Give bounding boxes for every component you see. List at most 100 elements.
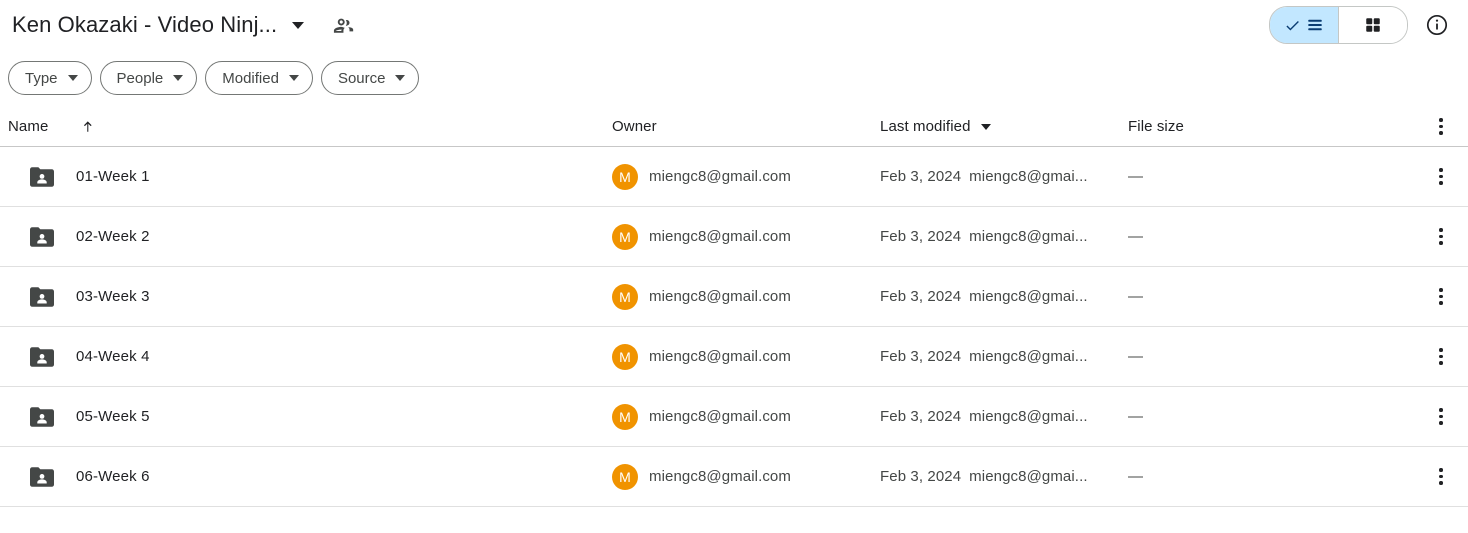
more-vert-icon[interactable] [1424,460,1458,494]
cell-actions [1408,280,1468,314]
owner-email-label: miengc8@gmail.com [649,288,791,305]
list-view-button[interactable] [1270,7,1338,43]
chevron-down-icon [288,75,299,81]
details-info-button[interactable] [1420,8,1454,42]
cell-size: — [1128,168,1408,185]
modified-date-label: Feb 3, 2024 [880,348,962,365]
cell-owner: M miengc8@gmail.com [612,163,880,190]
filter-chip-label: People [116,69,164,87]
shared-folder-icon [30,226,54,248]
top-bar: Ken Okazaki - Video Ninj... [0,0,1468,50]
modified-by-label: miengc8@gmai... [969,348,1088,365]
filter-chips: Type People Modified Source [0,50,1468,107]
list-icon [1308,19,1322,31]
cell-owner: M miengc8@gmail.com [612,283,880,310]
cell-modified: Feb 3, 2024 miengc8@gmai... [880,348,1128,365]
modified-date-label: Feb 3, 2024 [880,468,962,485]
cell-size: — [1128,288,1408,305]
avatar: M [612,163,638,190]
chevron-down-icon [980,123,991,130]
filter-chip-label: Type [25,69,58,87]
file-name-label: 04-Week 4 [76,348,150,365]
modified-date-label: Feb 3, 2024 [880,288,962,305]
owner-email-label: miengc8@gmail.com [649,228,791,245]
column-header-owner[interactable]: Owner [612,118,880,135]
filter-chip-modified[interactable]: Modified [205,61,313,95]
owner-email-label: miengc8@gmail.com [649,348,791,365]
title-block: Ken Okazaki - Video Ninj... [8,9,313,41]
table-row[interactable]: 01-Week 1 M miengc8@gmail.com Feb 3, 202… [0,147,1468,207]
modified-by-label: miengc8@gmai... [969,408,1088,425]
more-vert-icon[interactable] [1424,110,1458,144]
owner-email-label: miengc8@gmail.com [649,408,791,425]
file-size-label: — [1128,228,1144,245]
chevron-down-icon [292,21,305,29]
title-dropdown-button[interactable] [283,10,313,40]
cell-size: — [1128,408,1408,425]
table-row[interactable]: 03-Week 3 M miengc8@gmail.com Feb 3, 202… [0,267,1468,327]
column-header-modified-label: Last modified [880,118,971,135]
avatar: M [612,343,638,370]
cell-modified: Feb 3, 2024 miengc8@gmai... [880,468,1128,485]
cell-actions [1408,340,1468,374]
check-icon [1286,20,1299,30]
chevron-down-icon [395,75,406,81]
cell-size: — [1128,468,1408,485]
shared-folder-icon [30,406,54,428]
owner-email-label: miengc8@gmail.com [649,468,791,485]
cell-modified: Feb 3, 2024 miengc8@gmai... [880,228,1128,245]
modified-by-label: miengc8@gmai... [969,228,1088,245]
filter-chip-label: Modified [222,69,279,87]
cell-actions [1408,400,1468,434]
cell-name: 01-Week 1 [8,166,612,188]
file-name-label: 06-Week 6 [76,468,150,485]
file-list-table: Name Owner Last modified File size 01-We… [0,107,1468,507]
column-header-name-label: Name [8,118,49,135]
shared-people-button[interactable] [327,8,361,42]
grid-view-button[interactable] [1338,7,1407,43]
file-size-label: — [1128,168,1144,185]
cell-name: 06-Week 6 [8,466,612,488]
file-name-label: 01-Week 1 [76,168,150,185]
avatar: M [612,403,638,430]
table-row[interactable]: 06-Week 6 M miengc8@gmail.com Feb 3, 202… [0,447,1468,507]
modified-by-label: miengc8@gmai... [969,288,1088,305]
filter-chip-source[interactable]: Source [320,61,420,95]
info-circle-icon [1426,14,1448,36]
view-toggle[interactable] [1269,6,1408,44]
avatar: M [612,223,638,250]
table-body: 01-Week 1 M miengc8@gmail.com Feb 3, 202… [0,147,1468,507]
cell-name: 03-Week 3 [8,286,612,308]
more-vert-icon[interactable] [1424,160,1458,194]
cell-owner: M miengc8@gmail.com [612,343,880,370]
column-header-modified[interactable]: Last modified [880,118,1128,135]
file-name-label: 02-Week 2 [76,228,150,245]
file-name-label: 03-Week 3 [76,288,150,305]
cell-owner: M miengc8@gmail.com [612,403,880,430]
table-row[interactable]: 05-Week 5 M miengc8@gmail.com Feb 3, 202… [0,387,1468,447]
modified-date-label: Feb 3, 2024 [880,408,962,425]
more-vert-icon[interactable] [1424,400,1458,434]
avatar: M [612,283,638,310]
shared-folder-icon [30,346,54,368]
filter-chip-type[interactable]: Type [8,61,92,95]
table-header-row: Name Owner Last modified File size [0,107,1468,147]
shared-folder-icon [30,286,54,308]
people-icon [334,18,354,33]
table-row[interactable]: 04-Week 4 M miengc8@gmail.com Feb 3, 202… [0,327,1468,387]
more-vert-icon[interactable] [1424,220,1458,254]
cell-modified: Feb 3, 2024 miengc8@gmai... [880,168,1128,185]
cell-owner: M miengc8@gmail.com [612,463,880,490]
column-header-size[interactable]: File size [1128,118,1408,135]
column-header-name[interactable]: Name [8,118,612,135]
more-vert-icon[interactable] [1424,280,1458,314]
shared-folder-icon [30,166,54,188]
column-header-owner-label: Owner [612,118,657,135]
cell-modified: Feb 3, 2024 miengc8@gmai... [880,408,1128,425]
cell-owner: M miengc8@gmail.com [612,223,880,250]
file-size-label: — [1128,468,1144,485]
filter-chip-people[interactable]: People [99,61,198,95]
table-row[interactable]: 02-Week 2 M miengc8@gmail.com Feb 3, 202… [0,207,1468,267]
more-vert-icon[interactable] [1424,340,1458,374]
page-title[interactable]: Ken Okazaki - Video Ninj... [8,9,281,41]
